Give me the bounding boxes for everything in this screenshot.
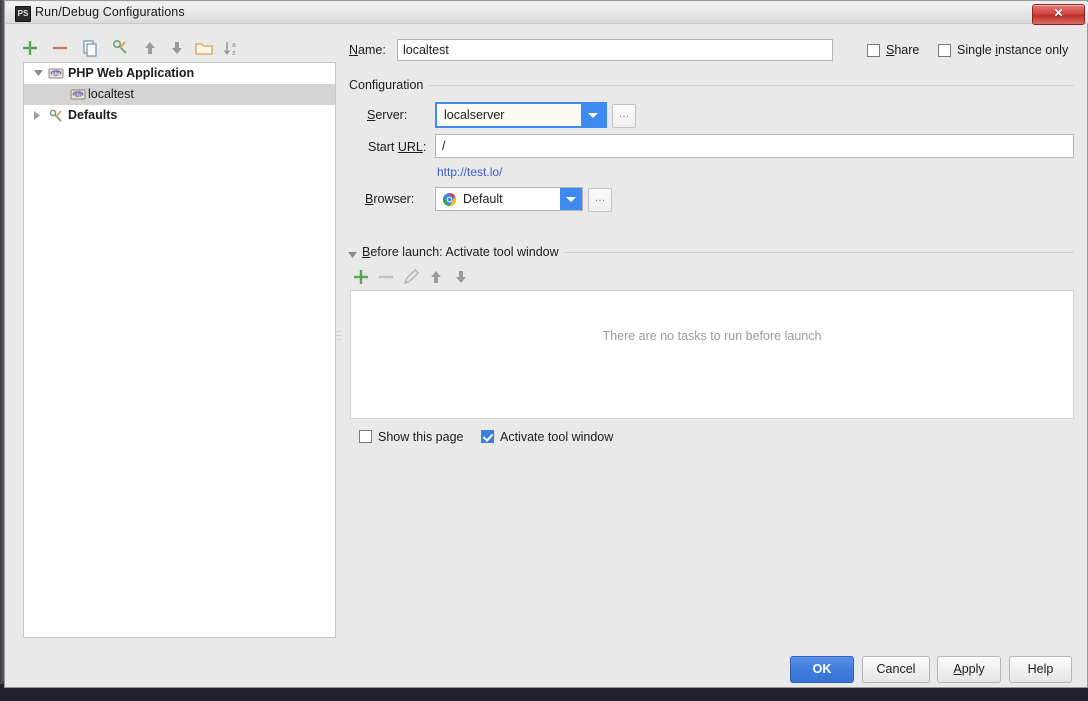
- configurations-tree[interactable]: php PHP Web Application php localtest De…: [23, 62, 336, 638]
- configuration-group-title: Configuration: [349, 78, 430, 92]
- svg-text:a: a: [232, 42, 236, 49]
- dialog-title-bar: PS Run/Debug Configurations ✕: [6, 2, 1088, 25]
- tree-item-defaults[interactable]: Defaults: [24, 105, 335, 126]
- remove-configuration-button[interactable]: [49, 37, 71, 59]
- before-launch-toolbar: [350, 266, 490, 288]
- before-launch-title-rest: efore launch: Activate tool window: [370, 245, 559, 259]
- tree-item-label: Defaults: [68, 108, 118, 122]
- php-web-icon: php: [70, 87, 86, 103]
- panel-splitter[interactable]: [336, 331, 342, 355]
- share-label: Share: [886, 43, 920, 57]
- svg-text:z: z: [232, 50, 236, 57]
- sort-button[interactable]: a z: [221, 37, 243, 59]
- move-down-button[interactable]: [166, 37, 188, 59]
- apply-button[interactable]: Apply: [937, 656, 1001, 683]
- chevron-down-icon[interactable]: [581, 104, 605, 126]
- create-folder-button[interactable]: [193, 37, 215, 59]
- server-label: Server:: [367, 108, 408, 122]
- resolved-url-link[interactable]: http://test.lo/: [437, 165, 502, 179]
- chrome-icon: [442, 192, 457, 207]
- server-browse-button[interactable]: …: [612, 104, 636, 128]
- phpstorm-icon: PS: [15, 6, 31, 22]
- task-move-down-button[interactable]: [450, 266, 475, 288]
- php-web-icon: php: [48, 66, 64, 82]
- ok-button[interactable]: OK: [790, 656, 854, 683]
- close-button[interactable]: ✕: [1032, 4, 1085, 25]
- before-launch-collapse-icon[interactable]: [348, 246, 360, 260]
- before-launch-task-list[interactable]: There are no tasks to run before launch: [350, 290, 1074, 419]
- move-up-button[interactable]: [139, 37, 161, 59]
- help-button[interactable]: Help: [1009, 656, 1072, 683]
- browser-value: Default: [463, 192, 503, 206]
- single-instance-only-label: Single instance only: [957, 43, 1069, 57]
- edit-defaults-button[interactable]: [109, 37, 131, 59]
- svg-text:php: php: [74, 92, 82, 97]
- browser-combobox[interactable]: Default: [435, 187, 583, 211]
- before-launch-title: Before launch: Activate tool window: [362, 245, 565, 259]
- defaults-icon: [48, 108, 64, 124]
- configurations-toolbar: a z: [19, 37, 329, 61]
- before-launch-empty-text: There are no tasks to run before launch: [602, 329, 822, 343]
- tree-item-php-web-application[interactable]: php PHP Web Application: [24, 63, 335, 84]
- server-value: localserver: [444, 108, 505, 122]
- cancel-button[interactable]: Cancel: [862, 656, 930, 683]
- dialog-title: Run/Debug Configurations: [35, 5, 185, 19]
- edit-task-button[interactable]: [400, 266, 425, 288]
- tree-item-label: PHP Web Application: [68, 66, 195, 80]
- remove-task-button[interactable]: [375, 266, 400, 288]
- show-this-page-checkbox[interactable]: [359, 430, 372, 443]
- start-url-label: Start URL:: [368, 140, 427, 154]
- name-label: Name:: [349, 43, 386, 57]
- close-icon: ✕: [1053, 6, 1064, 20]
- svg-text:php: php: [52, 71, 61, 76]
- browser-browse-button[interactable]: …: [588, 188, 612, 212]
- tree-item-label: localtest: [88, 87, 134, 101]
- task-move-up-button[interactable]: [425, 266, 450, 288]
- ghost-background-text: [156, 6, 159, 18]
- server-combobox[interactable]: localserver: [435, 102, 607, 128]
- activate-tool-window-label: Activate tool window: [500, 430, 614, 444]
- expand-triangle-icon[interactable]: [32, 63, 45, 84]
- screen: PS Run/Debug Configurations ✕ a z php PH…: [0, 0, 1088, 701]
- add-configuration-button[interactable]: [19, 37, 41, 59]
- run-debug-configurations-dialog: PS Run/Debug Configurations ✕ a z php PH…: [4, 0, 1088, 688]
- copy-configuration-button[interactable]: [79, 37, 101, 59]
- activate-tool-window-checkbox[interactable]: [481, 430, 494, 443]
- show-this-page-label: Show this page: [378, 430, 464, 444]
- tree-item-localtest[interactable]: php localtest: [24, 84, 335, 105]
- browser-label: Browser:: [365, 192, 415, 206]
- start-url-input[interactable]: [435, 134, 1074, 158]
- collapse-triangle-icon[interactable]: [32, 105, 45, 126]
- name-input[interactable]: [397, 39, 833, 61]
- chevron-down-icon[interactable]: [560, 188, 582, 210]
- share-checkbox[interactable]: [867, 44, 880, 57]
- add-task-button[interactable]: [350, 266, 375, 288]
- single-instance-only-checkbox[interactable]: [938, 44, 951, 57]
- configuration-group-line: [349, 85, 1074, 86]
